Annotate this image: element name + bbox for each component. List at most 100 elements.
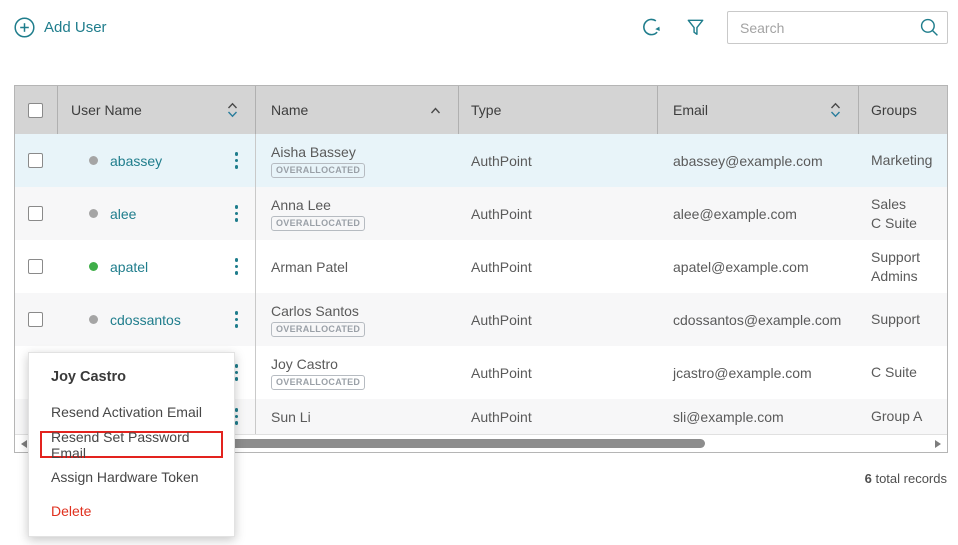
scroll-left-icon[interactable] — [21, 440, 27, 448]
column-header[interactable]: Type — [459, 86, 658, 134]
overallocated-badge: OVERALLOCATED — [271, 322, 365, 337]
email-cell: apatel@example.com — [658, 240, 859, 293]
type-cell: AuthPoint — [459, 293, 658, 346]
column-header-label: Groups — [871, 102, 917, 118]
context-menu-item[interactable]: Delete — [29, 494, 234, 528]
groups-cell: C Suite — [859, 346, 947, 399]
context-menu-item[interactable]: Resend Set Password Email — [40, 431, 223, 458]
groups-cell: Group A — [859, 399, 947, 434]
row-menu-kebab-icon[interactable] — [232, 308, 242, 331]
table-row: apatel Arman Patel AuthPoint apatel@exam… — [15, 240, 947, 293]
filter-icon — [684, 16, 707, 39]
status-dot — [89, 156, 98, 165]
sort-both-icon — [226, 101, 239, 119]
type-cell: AuthPoint — [459, 346, 658, 399]
group-name: Group A — [871, 407, 922, 426]
group-name: C Suite — [871, 363, 917, 382]
table-header-row: User Name Name — [15, 86, 947, 134]
column-header-label: Name — [271, 102, 308, 118]
username-cell: cdossantos — [58, 293, 256, 346]
row-checkbox-cell — [15, 134, 58, 187]
column-header-label: Type — [471, 102, 501, 118]
column-header[interactable]: Name — [256, 86, 459, 134]
status-dot — [89, 315, 98, 324]
type-cell: AuthPoint — [459, 240, 658, 293]
name-cell: Sun Li — [256, 399, 459, 434]
add-user-label: Add User — [44, 19, 107, 36]
type-cell: AuthPoint — [459, 187, 658, 240]
row-menu-kebab-icon[interactable] — [232, 255, 242, 278]
status-dot — [89, 209, 98, 218]
row-checkbox[interactable] — [28, 206, 43, 221]
table-row: abassey Aisha Bassey OVERALLOCATED AuthP… — [15, 134, 947, 187]
name-cell: Joy Castro OVERALLOCATED — [256, 346, 459, 399]
username-link[interactable]: cdossantos — [110, 312, 181, 328]
name-cell: Carlos Santos OVERALLOCATED — [256, 293, 459, 346]
row-checkbox-cell — [15, 293, 58, 346]
username-cell: abassey — [58, 134, 256, 187]
status-dot — [89, 262, 98, 271]
table-row: alee Anna Lee OVERALLOCATED AuthPoint al… — [15, 187, 947, 240]
sort-both-icon — [829, 101, 842, 119]
filter-button[interactable] — [684, 16, 707, 39]
column-header[interactable]: Email — [658, 86, 859, 134]
email-cell: cdossantos@example.com — [658, 293, 859, 346]
full-name: Sun Li — [271, 409, 311, 425]
name-cell: Anna Lee OVERALLOCATED — [256, 187, 459, 240]
select-all-cell — [15, 86, 58, 134]
username-link[interactable]: alee — [110, 206, 136, 222]
row-checkbox-cell — [15, 187, 58, 240]
table-row: cdossantos Carlos Santos OVERALLOCATED A… — [15, 293, 947, 346]
groups-cell: Marketing — [859, 134, 947, 187]
context-menu-item[interactable]: Assign Hardware Token — [29, 460, 234, 494]
row-checkbox[interactable] — [28, 153, 43, 168]
username-link[interactable]: abassey — [110, 153, 162, 169]
name-cell: Aisha Bassey OVERALLOCATED — [256, 134, 459, 187]
total-records: 6 total records — [865, 471, 947, 486]
context-menu-item[interactable]: Resend Activation Email — [29, 395, 234, 429]
type-cell: AuthPoint — [459, 399, 658, 434]
record-count-label: total records — [872, 471, 947, 486]
overallocated-badge: OVERALLOCATED — [271, 163, 365, 178]
context-menu-title: Joy Castro — [29, 358, 234, 395]
username-cell: alee — [58, 187, 256, 240]
row-checkbox[interactable] — [28, 259, 43, 274]
name-cell: Arman Patel — [256, 240, 459, 293]
email-cell: abassey@example.com — [658, 134, 859, 187]
group-name: C Suite — [871, 214, 917, 233]
record-count: 6 — [865, 471, 872, 486]
overallocated-badge: OVERALLOCATED — [271, 375, 365, 390]
email-cell: sli@example.com — [658, 399, 859, 434]
column-header-label: Email — [673, 102, 708, 118]
scroll-right-icon[interactable] — [935, 440, 941, 448]
column-header[interactable]: Groups — [859, 86, 947, 134]
refresh-icon — [639, 15, 664, 40]
groups-cell: Support Admins — [859, 240, 947, 293]
full-name: Joy Castro — [271, 356, 338, 372]
type-cell: AuthPoint — [459, 134, 658, 187]
plus-circle-icon — [14, 17, 35, 38]
toolbar: Add User — [0, 0, 958, 58]
group-name: Sales — [871, 195, 906, 214]
full-name: Carlos Santos — [271, 303, 359, 319]
email-cell: alee@example.com — [658, 187, 859, 240]
sort-asc-icon — [429, 106, 442, 115]
row-checkbox-cell — [15, 240, 58, 293]
full-name: Anna Lee — [271, 197, 331, 213]
search-input[interactable] — [727, 11, 948, 44]
column-header-label: User Name — [71, 102, 142, 118]
group-name: Marketing — [871, 151, 932, 170]
full-name: Aisha Bassey — [271, 144, 356, 160]
row-checkbox[interactable] — [28, 312, 43, 327]
overallocated-badge: OVERALLOCATED — [271, 216, 365, 231]
group-name: Support — [871, 310, 920, 329]
row-menu-kebab-icon[interactable] — [232, 149, 242, 172]
select-all-checkbox[interactable] — [28, 103, 43, 118]
search-icon[interactable] — [919, 17, 940, 38]
refresh-button[interactable] — [639, 15, 664, 40]
row-menu-kebab-icon[interactable] — [232, 202, 242, 225]
groups-cell: Sales C Suite — [859, 187, 947, 240]
column-header[interactable]: User Name — [58, 86, 256, 134]
username-link[interactable]: apatel — [110, 259, 148, 275]
add-user-button[interactable]: Add User — [14, 17, 107, 38]
